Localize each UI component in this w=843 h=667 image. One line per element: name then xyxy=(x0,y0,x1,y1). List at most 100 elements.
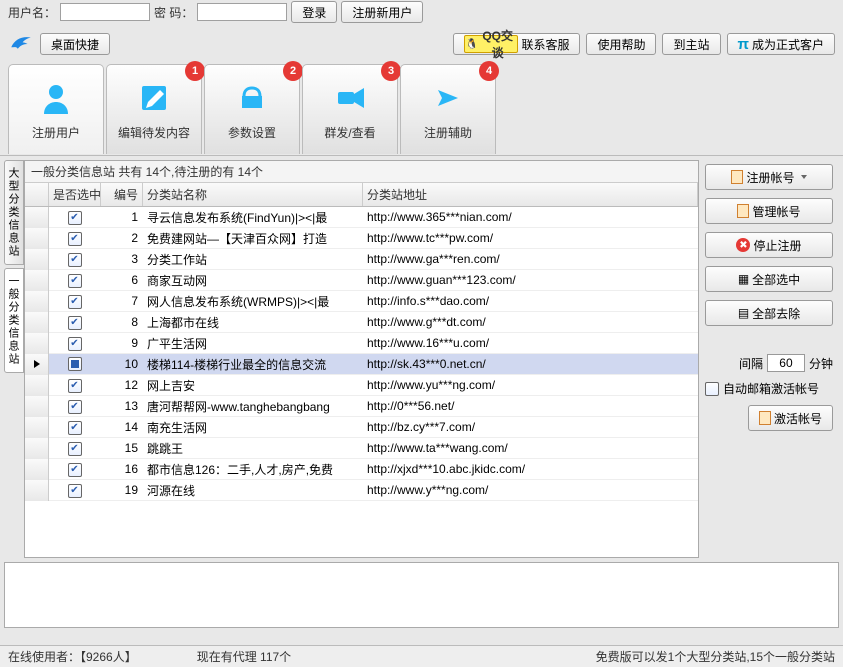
cell-check[interactable] xyxy=(49,482,101,498)
checkbox[interactable] xyxy=(68,316,82,330)
row-indicator xyxy=(25,480,49,501)
cell-name: 网人信息发布系统(WRMPS)|><|最 xyxy=(143,293,363,310)
activate-account-button[interactable]: 激活帐号 xyxy=(748,405,833,431)
cell-url: http://info.s***dao.com/ xyxy=(363,294,698,308)
cell-name: 南充生活网 xyxy=(143,419,363,436)
table-row[interactable]: 7网人信息发布系统(WRMPS)|><|最http://info.s***dao… xyxy=(25,291,698,312)
table-row[interactable]: 16都市信息126：二手,人才,房产,免费http://xjxd***10.ab… xyxy=(25,459,698,480)
status-free-info: 免费版可以发1个大型分类站,15个一般分类站 xyxy=(596,648,835,665)
table-row[interactable]: 12网上吉安http://www.yu***ng.com/ xyxy=(25,375,698,396)
manage-account-button[interactable]: 管理帐号 xyxy=(705,198,833,224)
cell-name: 河源在线 xyxy=(143,482,363,499)
checkbox[interactable] xyxy=(68,400,82,414)
table-row[interactable]: 13唐河帮帮网-www.tanghebangbanghttp://0***56.… xyxy=(25,396,698,417)
col-url-header[interactable]: 分类站地址 xyxy=(363,183,698,206)
checkbox[interactable] xyxy=(68,232,82,246)
toolbar: 桌面快捷 🐧QQ交谈 联系客服 使用帮助 到主站 π 成为正式客户 xyxy=(0,24,843,64)
cell-id: 2 xyxy=(101,231,143,245)
nav-tab-label: 编辑待发内容 xyxy=(118,124,190,141)
qq-icon: 🐧QQ交谈 xyxy=(464,35,518,53)
cell-check[interactable] xyxy=(49,293,101,309)
remove-all-button[interactable]: ▤全部去除 xyxy=(705,300,833,326)
table-row[interactable]: 10楼梯114-楼梯行业最全的信息交流http://sk.43***0.net.… xyxy=(25,354,698,375)
cell-check[interactable] xyxy=(49,314,101,330)
doc-icon xyxy=(759,411,771,425)
grid-body[interactable]: 1寻云信息发布系统(FindYun)|><|最http://www.365***… xyxy=(25,207,698,557)
vtab-large-sites[interactable]: 大型分类信息站 xyxy=(4,160,24,265)
checkbox[interactable] xyxy=(68,421,82,435)
cell-id: 10 xyxy=(101,357,143,371)
username-input[interactable] xyxy=(60,3,150,21)
nav-tab-0[interactable]: 注册用户 xyxy=(8,64,104,154)
col-id-header[interactable]: 编号 xyxy=(101,183,143,206)
doc-icon xyxy=(737,204,749,218)
nav-tab-1[interactable]: 1编辑待发内容 xyxy=(106,64,202,154)
table-row[interactable]: 8上海都市在线http://www.g***dt.com/ xyxy=(25,312,698,333)
cell-check[interactable] xyxy=(49,272,101,288)
cell-name: 寻云信息发布系统(FindYun)|><|最 xyxy=(143,209,363,226)
cell-name: 免费建网站—【天津百众网】打造 xyxy=(143,230,363,247)
auto-activate-checkbox[interactable] xyxy=(705,382,719,396)
table-row[interactable]: 15跳跳王http://www.ta***wang.com/ xyxy=(25,438,698,459)
cell-check[interactable] xyxy=(49,335,101,351)
help-button[interactable]: 使用帮助 xyxy=(586,33,656,55)
row-indicator xyxy=(25,396,49,417)
stop-register-button[interactable]: ✖停止注册 xyxy=(705,232,833,258)
col-check-header[interactable]: 是否选中 xyxy=(49,183,101,206)
table-row[interactable]: 14南充生活网http://bz.cy***7.com/ xyxy=(25,417,698,438)
become-member-button[interactable]: π 成为正式客户 xyxy=(727,33,836,55)
password-input[interactable] xyxy=(197,3,287,21)
cell-check[interactable] xyxy=(49,251,101,267)
select-all-button[interactable]: ▦全部选中 xyxy=(705,266,833,292)
cell-check[interactable] xyxy=(49,461,101,477)
checkbox[interactable] xyxy=(68,463,82,477)
checkbox[interactable] xyxy=(68,357,82,371)
stop-icon: ✖ xyxy=(736,238,750,252)
cell-id: 8 xyxy=(101,315,143,329)
table-row[interactable]: 19河源在线http://www.y***ng.com/ xyxy=(25,480,698,501)
checkbox[interactable] xyxy=(68,295,82,309)
status-bar: 在线使用者：【9266人】 现在有代理 117个 免费版可以发1个大型分类站,1… xyxy=(0,645,843,667)
table-row[interactable]: 2免费建网站—【天津百众网】打造http://www.tc***pw.com/ xyxy=(25,228,698,249)
checkbox[interactable] xyxy=(68,274,82,288)
cell-id: 13 xyxy=(101,399,143,413)
register-account-button[interactable]: 注册帐号 xyxy=(705,164,833,190)
nav-tab-4[interactable]: 4注册辅助 xyxy=(400,64,496,154)
checkbox[interactable] xyxy=(68,253,82,267)
nav-tab-3[interactable]: 3群发/查看 xyxy=(302,64,398,154)
checkbox[interactable] xyxy=(68,337,82,351)
to-main-button[interactable]: 到主站 xyxy=(662,33,720,55)
table-row[interactable]: 9广平生活网http://www.16***u.com/ xyxy=(25,333,698,354)
table-row[interactable]: 3分类工作站http://www.ga***ren.com/ xyxy=(25,249,698,270)
cell-id: 9 xyxy=(101,336,143,350)
cell-check[interactable] xyxy=(49,357,101,371)
cell-check[interactable] xyxy=(49,419,101,435)
cell-check[interactable] xyxy=(49,209,101,225)
cell-name: 分类工作站 xyxy=(143,251,363,268)
checkbox[interactable] xyxy=(68,484,82,498)
cell-id: 3 xyxy=(101,252,143,266)
cell-check[interactable] xyxy=(49,230,101,246)
vtab-normal-sites[interactable]: 一般分类信息站 xyxy=(4,268,24,373)
cell-check[interactable] xyxy=(49,398,101,414)
col-name-header[interactable]: 分类站名称 xyxy=(143,183,363,206)
login-button[interactable]: 登录 xyxy=(291,1,337,23)
cell-check[interactable] xyxy=(49,377,101,393)
checkbox[interactable] xyxy=(68,442,82,456)
table-row[interactable]: 1寻云信息发布系统(FindYun)|><|最http://www.365***… xyxy=(25,207,698,228)
checkbox[interactable] xyxy=(68,379,82,393)
desktop-shortcut-button[interactable]: 桌面快捷 xyxy=(40,33,110,55)
cell-name: 唐河帮帮网-www.tanghebangbang xyxy=(143,398,363,415)
cell-url: http://www.g***dt.com/ xyxy=(363,315,698,329)
nav-tab-label: 参数设置 xyxy=(228,124,276,141)
cell-check[interactable] xyxy=(49,440,101,456)
nav-tab-icon xyxy=(428,78,468,118)
row-indicator xyxy=(25,207,49,228)
qq-contact-button[interactable]: 🐧QQ交谈 联系客服 xyxy=(453,33,580,55)
table-row[interactable]: 6商家互动网http://www.guan***123.com/ xyxy=(25,270,698,291)
register-user-button[interactable]: 注册新用户 xyxy=(341,1,423,23)
nav-tab-2[interactable]: 2参数设置 xyxy=(204,64,300,154)
interval-input[interactable] xyxy=(767,354,805,372)
checkbox[interactable] xyxy=(68,211,82,225)
row-indicator xyxy=(25,291,49,312)
